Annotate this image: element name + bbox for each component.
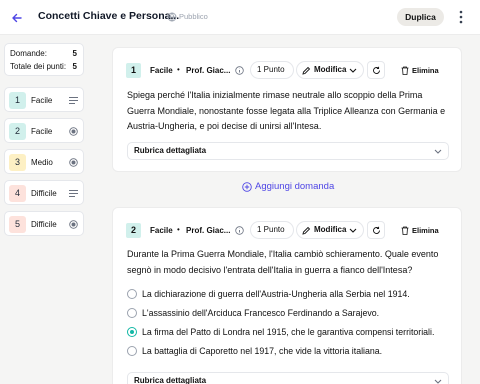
top-bar: Concetti Chiave e Persona... Pubblico Du… — [0, 0, 480, 35]
document-title[interactable]: Concetti Chiave e Persona... — [38, 10, 179, 22]
trash-icon — [401, 226, 409, 235]
answer-option-text: La dichiarazione di guerra dell'Austria-… — [142, 289, 410, 299]
question-nav-item-5[interactable]: 5 Difficile — [4, 211, 84, 236]
difficulty-label: Medio — [31, 158, 53, 167]
info-icon[interactable] — [235, 66, 244, 75]
radio-icon — [69, 220, 78, 229]
difficulty-label: Facile — [150, 66, 173, 75]
questions-count-label: Domande: — [10, 49, 47, 58]
refresh-icon — [373, 66, 380, 74]
question-number: 1 — [9, 92, 26, 109]
question-nav-item-4[interactable]: 4 Difficile — [4, 180, 84, 205]
delete-button[interactable]: Elimina — [401, 226, 439, 235]
total-points-label: Totale dei punti: — [10, 62, 67, 71]
difficulty-label: Difficile — [31, 220, 57, 229]
info-icon[interactable] — [235, 226, 244, 235]
more-options-icon[interactable] — [456, 9, 466, 25]
points-select[interactable]: 1 Punto — [250, 221, 294, 239]
question-number: 3 — [9, 154, 26, 171]
author-name: Prof. Giac... — [186, 66, 231, 75]
refresh-icon — [373, 226, 380, 234]
regenerate-button[interactable] — [367, 61, 385, 79]
difficulty-label: Difficile — [31, 189, 57, 198]
question-number: 2 — [9, 123, 26, 140]
edit-button[interactable]: Modifica — [296, 61, 364, 79]
trash-icon — [401, 66, 409, 75]
delete-button[interactable]: Elimina — [401, 66, 439, 75]
duplicate-button[interactable]: Duplica — [397, 8, 444, 26]
question-text: Durante la Prima Guerra Mondiale, l'Ital… — [127, 249, 439, 275]
radio-button-selected[interactable] — [127, 327, 137, 337]
pencil-icon — [302, 66, 311, 75]
rubric-label: Rubrica dettagliata — [134, 376, 207, 384]
answer-option[interactable]: L'assassinio dell'Arciduca Francesco Fer… — [127, 307, 379, 319]
rubric-dropdown[interactable]: Rubrica dettagliata — [127, 142, 449, 160]
answer-option[interactable]: La dichiarazione di guerra dell'Austria-… — [127, 288, 410, 300]
chevron-down-icon — [349, 228, 357, 233]
question-number-badge: 2 — [126, 223, 141, 238]
chevron-down-icon — [434, 379, 442, 384]
difficulty-label: Facile — [150, 226, 173, 235]
chevron-down-icon — [349, 68, 357, 73]
radio-button[interactable] — [127, 346, 137, 356]
add-question-button[interactable]: Aggiungi domanda — [242, 181, 334, 192]
difficulty-label: Facile — [31, 127, 53, 136]
delete-label: Elimina — [412, 66, 439, 75]
globe-icon — [167, 12, 177, 22]
question-number: 5 — [9, 216, 26, 233]
question-nav-item-1[interactable]: 1 Facile — [4, 87, 84, 112]
question-card-1: 1 Facile • Prof. Giac... 1 Punto Modific… — [112, 47, 462, 172]
question-nav-item-2[interactable]: 2 Facile — [4, 118, 84, 143]
questions-count-value: 5 — [72, 49, 77, 58]
lines-icon — [69, 190, 78, 197]
total-points-value: 5 — [72, 62, 77, 71]
regenerate-button[interactable] — [367, 221, 385, 239]
back-arrow-icon[interactable] — [9, 10, 25, 26]
answer-option[interactable]: La battaglia di Caporetto nel 1917, che … — [127, 345, 382, 357]
edit-label: Modifica — [314, 225, 347, 234]
radio-icon — [69, 158, 78, 167]
radio-button[interactable] — [127, 289, 137, 299]
question-nav-item-3[interactable]: 3 Medio — [4, 149, 84, 174]
difficulty-label: Facile — [31, 96, 53, 105]
radio-icon — [69, 127, 78, 136]
separator-dot: • — [177, 225, 180, 234]
answer-option-text: L'assassinio dell'Arciduca Francesco Fer… — [142, 308, 380, 318]
points-select[interactable]: 1 Punto — [250, 61, 294, 79]
edit-button[interactable]: Modifica — [296, 221, 364, 239]
pencil-icon — [302, 226, 311, 235]
rubric-dropdown[interactable]: Rubrica dettagliata — [127, 372, 449, 384]
separator-dot: • — [177, 65, 180, 74]
visibility-label: Pubblico — [179, 12, 208, 21]
answer-option-text: La battaglia di Caporetto nel 1917, che … — [142, 346, 383, 356]
question-card-2: 2 Facile • Prof. Giac... 1 Punto Modific… — [112, 207, 462, 384]
delete-label: Elimina — [412, 226, 439, 235]
rubric-label: Rubrica dettagliata — [134, 146, 207, 155]
question-text: Spiega perché l'Italia inizialmente rima… — [127, 90, 446, 131]
question-number: 4 — [9, 185, 26, 202]
chevron-down-icon — [434, 149, 442, 154]
quiz-summary: Domande: 5 Totale dei punti: 5 — [4, 43, 84, 76]
plus-circle-icon — [242, 182, 252, 192]
answer-option-text: La firma del Patto di Londra nel 1915, c… — [142, 327, 435, 337]
lines-icon — [69, 97, 78, 104]
add-question-label: Aggiungi domanda — [255, 181, 335, 192]
author-name: Prof. Giac... — [186, 226, 231, 235]
edit-label: Modifica — [314, 65, 347, 74]
question-number-badge: 1 — [126, 63, 141, 78]
answer-option-correct[interactable]: La firma del Patto di Londra nel 1915, c… — [127, 326, 434, 338]
radio-button[interactable] — [127, 308, 137, 318]
